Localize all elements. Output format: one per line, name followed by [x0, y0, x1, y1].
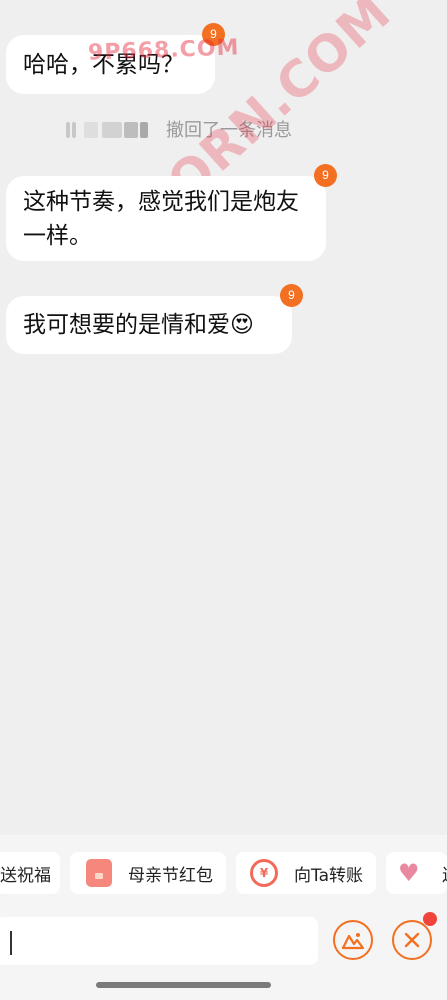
message-badge: 9 [202, 23, 225, 46]
message-bubble[interactable]: 哈哈，不累吗？ [6, 35, 215, 94]
message-input[interactable] [0, 917, 318, 965]
message-badge: 9 [280, 284, 303, 307]
message-bubble[interactable]: 我可想要的是情和爱😍 [6, 296, 292, 354]
text-caret [10, 931, 12, 955]
home-indicator[interactable] [96, 982, 271, 988]
transfer-icon: ¥ [250, 859, 278, 887]
quick-action-label: 向Ta转账 [294, 865, 363, 886]
quick-action-label: 送 [442, 861, 447, 886]
quick-action-label: 母亲节红包 [128, 865, 213, 886]
message-text: 哈哈，不累吗？ [23, 52, 184, 78]
recall-notice: 撤回了一条消息 [62, 116, 292, 142]
quick-action-gift[interactable]: ♥ 送 [386, 852, 447, 894]
recall-text: 撤回了一条消息 [166, 120, 292, 141]
quick-action-transfer[interactable]: ¥ 向Ta转账 [236, 852, 376, 894]
close-button[interactable] [392, 920, 432, 960]
blurred-sender-name [62, 118, 148, 140]
quick-action-mothers-day-red-envelope[interactable]: 母亲节红包 [70, 852, 226, 894]
message-badge: 9 [314, 164, 337, 187]
red-envelope-icon [86, 859, 112, 887]
quick-action-label: 送祝福 [0, 865, 51, 886]
notification-dot [423, 912, 437, 926]
photo-mountain-icon [341, 933, 365, 950]
close-icon [404, 932, 420, 948]
message-text: 我可想要的是情和爱😍 [23, 312, 254, 338]
message-bubble[interactable]: 这种节奏，感觉我们是炮友一样。 [6, 176, 326, 261]
message-text: 这种节奏，感觉我们是炮友一样。 [23, 189, 299, 249]
gift-heart-icon: ♥ [398, 859, 420, 887]
quick-action-blessing[interactable]: 送祝福 [0, 852, 60, 894]
quick-actions-bar: 送祝福 母亲节红包 ¥ 向Ta转账 ♥ 送 [0, 835, 447, 911]
photo-button[interactable] [333, 920, 373, 960]
